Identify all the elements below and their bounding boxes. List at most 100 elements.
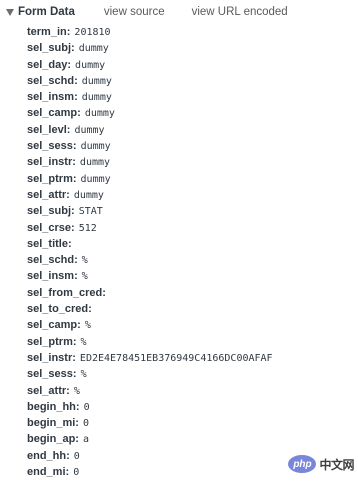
form-data-value: a — [82, 434, 89, 446]
form-data-value: 0 — [82, 418, 89, 430]
form-data-value: dummy — [84, 108, 115, 120]
form-data-colon: : — [74, 91, 78, 104]
form-data-colon: : — [67, 58, 72, 71]
form-data-row: term_in: 201810 — [27, 24, 358, 40]
form-data-colon: : — [77, 319, 81, 332]
form-data-value: % — [81, 271, 88, 283]
form-data-row: sel_attr: dummy — [27, 187, 358, 203]
form-data-key: sel_ptrm — [27, 172, 73, 185]
form-data-key: sel_camp — [27, 107, 78, 120]
form-data-colon: : — [72, 140, 77, 153]
watermark: php 中文网 — [288, 455, 354, 473]
form-data-toggle[interactable]: Form Data — [6, 6, 75, 18]
form-data-colon: : — [66, 26, 71, 38]
form-data-row: sel_schd:% — [27, 252, 358, 268]
form-data-colon: : — [67, 237, 72, 250]
form-data-colon: : — [72, 172, 77, 185]
form-data-key: sel_instr — [27, 156, 73, 169]
form-data-value: 512 — [78, 222, 97, 234]
form-data-colon: : — [72, 335, 77, 348]
form-data-value: dummy — [75, 59, 106, 71]
form-data-colon: : — [75, 400, 80, 413]
form-data-value: % — [73, 385, 80, 397]
form-data-value: dummy — [80, 141, 111, 153]
form-data-colon: : — [66, 449, 70, 462]
form-data-key: sel_insm — [27, 91, 75, 104]
form-data-row: begin_hh: 0 — [27, 399, 358, 415]
form-data-value: ED2E4E78451EB376949C4166DC00AFAF — [79, 352, 273, 364]
form-data-list: term_in: 201810 sel_subj: dummy sel_day: dumm… — [27, 24, 358, 480]
form-data-row: sel_from_cred: — [27, 285, 358, 301]
form-data-colon: : — [65, 466, 70, 479]
form-data-colon: : — [71, 205, 75, 218]
form-data-value: 201810 — [74, 27, 111, 38]
form-data-value: dummy — [81, 92, 112, 104]
form-data-key: sel_title — [27, 237, 68, 250]
form-data-colon: : — [66, 123, 71, 136]
form-data-key: begin_mi — [27, 417, 76, 430]
form-data-value: dummy — [79, 157, 111, 169]
form-data-colon: : — [77, 107, 81, 120]
form-data-key: sel_levl — [27, 123, 67, 136]
form-data-key: sel_schd — [27, 74, 75, 87]
form-data-key: end_hh — [27, 449, 67, 462]
form-data-key: sel_schd — [27, 254, 75, 267]
form-data-row: sel_ptrm:% — [27, 334, 358, 350]
form-data-row: sel_subj: STAT — [27, 203, 358, 219]
form-data-row: sel_sess: dummy — [27, 138, 358, 154]
form-data-row: begin_mi: 0 — [27, 415, 358, 431]
form-data-colon: : — [75, 433, 79, 446]
form-data-row: sel_schd: dummy — [27, 73, 358, 89]
form-data-key: sel_subj — [27, 205, 72, 218]
view-url-encoded-link[interactable]: view URL encoded — [192, 6, 288, 18]
expand-triangle-icon[interactable] — [6, 9, 14, 16]
form-data-row: sel_crse: 512 — [27, 220, 358, 236]
form-data-value: 0 — [83, 401, 90, 413]
form-data-colon: : — [74, 254, 78, 267]
form-data-value: dummy — [74, 124, 105, 136]
form-data-row: sel_title: — [27, 236, 358, 252]
form-data-key: sel_day — [27, 58, 68, 71]
form-data-key: sel_sess — [27, 140, 73, 153]
form-data-key: begin_hh — [27, 400, 76, 413]
form-data-key: sel_attr — [27, 188, 67, 201]
form-data-key: begin_ap — [27, 433, 76, 446]
form-data-row: sel_attr:% — [27, 383, 358, 399]
form-data-value: dummy — [78, 43, 109, 55]
form-data-key: sel_sess — [27, 368, 73, 381]
form-data-colon: : — [72, 156, 76, 169]
form-data-header: Form Data view source view URL encoded — [0, 0, 358, 24]
view-source-link[interactable]: view source — [104, 6, 165, 18]
form-data-row: begin_ap: a — [27, 431, 358, 447]
form-data-row: sel_instr: ED2E4E78451EB376949C4166DC00AF… — [27, 350, 358, 366]
form-data-colon: : — [66, 188, 70, 201]
form-data-key: sel_to_cred — [27, 303, 89, 316]
form-data-key: term_in — [27, 26, 67, 38]
form-data-row: sel_insm:% — [27, 268, 358, 284]
form-data-row: sel_levl: dummy — [27, 122, 358, 138]
form-data-row: sel_day: dummy — [27, 57, 358, 73]
form-data-row: sel_instr: dummy — [27, 154, 358, 170]
section-title[interactable]: Form Data — [18, 6, 75, 18]
form-data-row: sel_ptrm: dummy — [27, 171, 358, 187]
form-data-colon: : — [71, 221, 75, 234]
form-data-colon: : — [74, 74, 78, 87]
form-data-key: sel_camp — [27, 319, 78, 332]
form-data-value: 0 — [73, 467, 80, 479]
form-data-key: sel_ptrm — [27, 335, 73, 348]
form-data-value: % — [84, 320, 91, 332]
form-data-colon: : — [75, 417, 79, 430]
form-data-colon: : — [74, 270, 78, 283]
form-data-row: sel_to_cred: — [27, 301, 358, 317]
form-data-row: sel_subj: dummy — [27, 40, 358, 56]
form-data-key: sel_from_cred — [27, 286, 103, 299]
form-data-colon: : — [66, 384, 70, 397]
form-data-value: % — [80, 369, 87, 381]
form-data-row: sel_camp:% — [27, 317, 358, 333]
form-data-colon: : — [102, 286, 106, 299]
form-data-colon: : — [72, 368, 77, 381]
form-data-value: dummy — [81, 75, 112, 87]
form-data-value: % — [80, 336, 87, 348]
form-data-colon: : — [71, 42, 75, 55]
form-data-key: sel_crse — [27, 221, 72, 234]
